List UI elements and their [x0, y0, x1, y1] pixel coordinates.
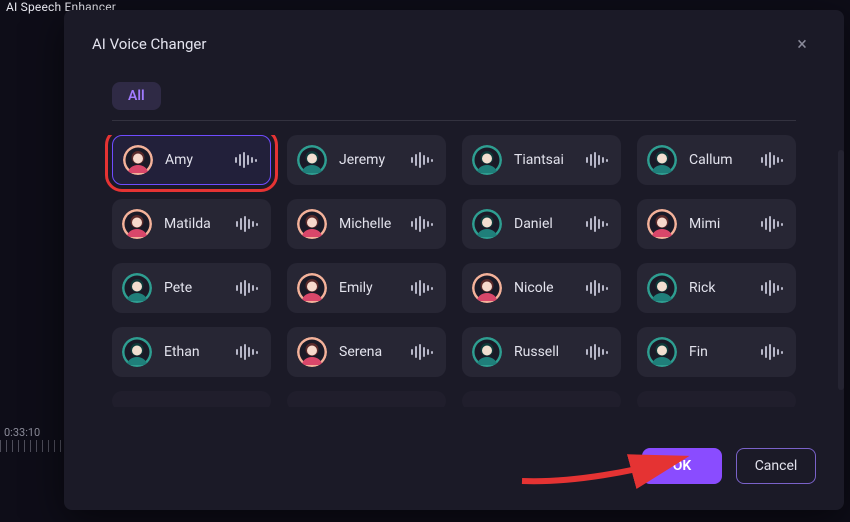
voice-name: Daniel — [514, 216, 583, 232]
voice-name: Amy — [165, 152, 232, 168]
avatar — [647, 209, 677, 239]
waveform-icon[interactable] — [408, 279, 436, 297]
voice-card-overflow — [637, 391, 796, 407]
voice-card[interactable]: Pete — [112, 263, 271, 313]
waveform-icon[interactable] — [758, 279, 786, 297]
voice-card[interactable]: Rick — [637, 263, 796, 313]
voice-grid: Amy Jeremy Tiantsai Callum Matilda Miche… — [92, 135, 816, 407]
voice-card[interactable]: Amy — [112, 135, 271, 185]
waveform-icon[interactable] — [583, 343, 611, 361]
waveform-icon[interactable] — [583, 279, 611, 297]
voice-name: Tiantsai — [514, 152, 583, 168]
avatar — [122, 273, 152, 303]
voice-name: Ethan — [164, 344, 233, 360]
avatar — [647, 145, 677, 175]
divider — [112, 120, 796, 121]
waveform-icon[interactable] — [233, 215, 261, 233]
voice-card-overflow — [112, 391, 271, 407]
avatar — [297, 273, 327, 303]
cancel-button[interactable]: Cancel — [736, 448, 816, 484]
voice-card-overflow — [462, 391, 621, 407]
avatar — [647, 337, 677, 367]
voice-changer-modal: AI Voice Changer × All Amy Jeremy Tiants… — [64, 10, 844, 510]
voice-card[interactable]: Daniel — [462, 199, 621, 249]
waveform-icon[interactable] — [583, 151, 611, 169]
avatar — [647, 273, 677, 303]
voice-name: Michelle — [339, 216, 408, 232]
voice-name: Callum — [689, 152, 758, 168]
modal-header: AI Voice Changer × — [92, 10, 816, 68]
avatar — [297, 145, 327, 175]
voice-name: Emily — [339, 280, 408, 296]
waveform-icon[interactable] — [758, 151, 786, 169]
voice-card[interactable]: Fin — [637, 327, 796, 377]
voice-name: Fin — [689, 344, 758, 360]
voice-name: Russell — [514, 344, 583, 360]
waveform-icon[interactable] — [408, 343, 436, 361]
voice-card[interactable]: Jeremy — [287, 135, 446, 185]
avatar — [472, 337, 502, 367]
avatar — [122, 337, 152, 367]
avatar — [472, 145, 502, 175]
voice-name: Serena — [339, 344, 408, 360]
waveform-icon[interactable] — [233, 343, 261, 361]
waveform-icon[interactable] — [232, 151, 260, 169]
waveform-icon[interactable] — [758, 343, 786, 361]
modal-footer: OK Cancel — [642, 448, 816, 484]
waveform-icon[interactable] — [583, 215, 611, 233]
voice-name: Rick — [689, 280, 758, 296]
voice-card[interactable]: Emily — [287, 263, 446, 313]
voice-card-overflow — [287, 391, 446, 407]
ok-button[interactable]: OK — [642, 448, 722, 484]
timeline-timecode: 0:33:10 — [4, 426, 40, 439]
scrollbar-track[interactable] — [838, 150, 844, 390]
voice-name: Pete — [164, 280, 233, 296]
category-tabs: All — [92, 68, 816, 120]
voice-name: Matilda — [164, 216, 233, 232]
voice-card[interactable]: Matilda — [112, 199, 271, 249]
avatar — [122, 209, 152, 239]
modal-title: AI Voice Changer — [92, 35, 206, 53]
voice-card[interactable]: Ethan — [112, 327, 271, 377]
voice-card[interactable]: Tiantsai — [462, 135, 621, 185]
waveform-icon[interactable] — [408, 215, 436, 233]
voice-card[interactable]: Michelle — [287, 199, 446, 249]
voice-card[interactable]: Callum — [637, 135, 796, 185]
voice-card[interactable]: Nicole — [462, 263, 621, 313]
avatar — [472, 209, 502, 239]
voice-name: Mimi — [689, 216, 758, 232]
avatar — [297, 337, 327, 367]
avatar — [472, 273, 502, 303]
voice-card[interactable]: Mimi — [637, 199, 796, 249]
voice-name: Jeremy — [339, 152, 408, 168]
waveform-icon[interactable] — [408, 151, 436, 169]
waveform-icon[interactable] — [233, 279, 261, 297]
waveform-icon[interactable] — [758, 215, 786, 233]
voice-card[interactable]: Serena — [287, 327, 446, 377]
voice-name: Nicole — [514, 280, 583, 296]
avatar — [297, 209, 327, 239]
avatar — [123, 145, 153, 175]
tab-all[interactable]: All — [112, 82, 161, 110]
close-icon[interactable]: × — [788, 30, 816, 58]
voice-card[interactable]: Russell — [462, 327, 621, 377]
